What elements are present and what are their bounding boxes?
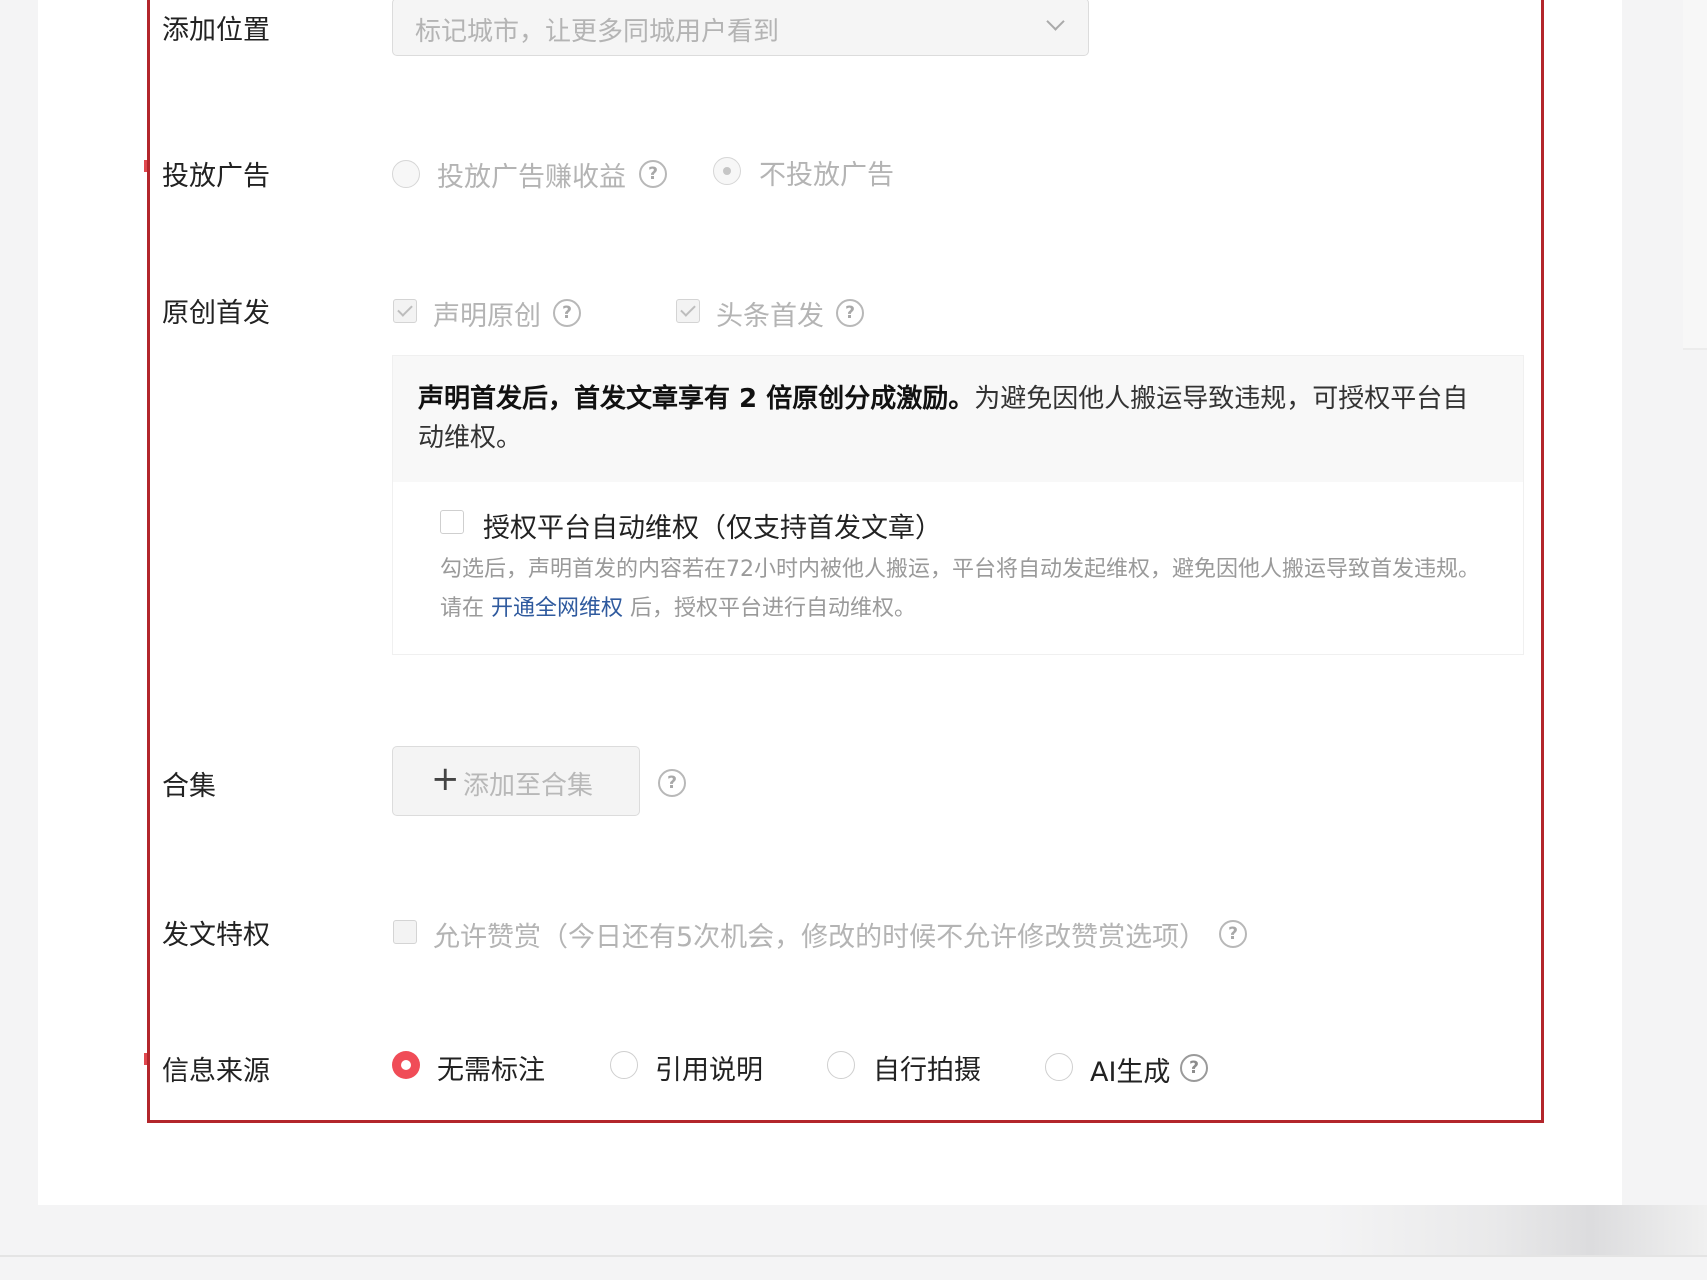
help-icon[interactable]: ? xyxy=(1180,1054,1208,1082)
original-label: 原创首发 xyxy=(162,298,270,329)
plus-icon: + xyxy=(431,759,460,799)
help-icon[interactable]: ? xyxy=(553,299,581,327)
source-citation-label: 引用说明 xyxy=(655,1055,763,1086)
help-icon[interactable]: ? xyxy=(639,160,667,188)
source-label: 信息来源 xyxy=(162,1056,270,1087)
no-ads-label: 不投放广告 xyxy=(759,160,894,191)
source-none-label: 无需标注 xyxy=(437,1055,545,1086)
collection-label: 合集 xyxy=(162,771,216,802)
radio-ads-earn[interactable] xyxy=(392,160,420,188)
add-to-collection-label: 添加至合集 xyxy=(463,771,594,801)
declare-original-label: 声明原创 xyxy=(433,301,541,332)
auto-rights-desc-tail: 后，授权平台进行自动维权。 xyxy=(623,596,917,621)
location-label: 添加位置 xyxy=(162,15,270,46)
ads-earn-label: 投放广告赚收益 xyxy=(437,162,626,193)
chevron-down-icon xyxy=(1046,12,1065,31)
source-ai-label: AI生成 xyxy=(1090,1057,1171,1088)
first-publish-label: 头条首发 xyxy=(716,301,824,332)
source-self-shot-label: 自行拍摄 xyxy=(873,1055,981,1086)
privilege-label: 发文特权 xyxy=(162,920,270,951)
side-panel-edge xyxy=(1683,0,1707,350)
ads-label: 投放广告 xyxy=(162,161,270,192)
help-icon[interactable]: ? xyxy=(658,769,686,797)
page-divider xyxy=(0,1255,1707,1257)
allow-tips-label: 允许赞赏（今日还有5次机会，修改的时候不允许修改赞赏选项） xyxy=(433,922,1207,953)
checkbox-auto-rights[interactable] xyxy=(440,510,464,534)
radio-no-ads[interactable] xyxy=(713,157,741,185)
background-smudge xyxy=(1320,1205,1707,1257)
required-marker xyxy=(144,160,147,172)
location-select[interactable]: 标记城市，让更多同城用户看到 xyxy=(392,0,1089,56)
enable-rights-link[interactable]: 开通全网维权 xyxy=(491,596,623,621)
checkbox-first-publish[interactable] xyxy=(676,299,700,323)
radio-source-ai[interactable] xyxy=(1045,1053,1073,1081)
radio-source-citation[interactable] xyxy=(610,1051,638,1079)
info-panel-header: 声明首发后，首发文章享有 2 倍原创分成激励。为避免因他人搬运导致违规，可授权平… xyxy=(393,356,1523,482)
location-placeholder: 标记城市，让更多同城用户看到 xyxy=(415,17,780,47)
first-publish-info-panel: 声明首发后，首发文章享有 2 倍原创分成激励。为避免因他人搬运导致违规，可授权平… xyxy=(392,355,1524,655)
info-panel-text: 声明首发后，首发文章享有 2 倍原创分成激励。为避免因他人搬运导致违规，可授权平… xyxy=(418,380,1493,458)
auto-rights-description: 勾选后，声明首发的内容若在72小时内被他人搬运，平台将自动发起维权，避免因他人搬… xyxy=(440,550,1500,628)
help-icon[interactable]: ? xyxy=(1219,920,1247,948)
checkbox-declare-original[interactable] xyxy=(393,299,417,323)
help-icon[interactable]: ? xyxy=(836,299,864,327)
radio-source-self-shot[interactable] xyxy=(827,1051,855,1079)
checkbox-allow-tips[interactable] xyxy=(393,920,417,944)
radio-source-none[interactable] xyxy=(392,1051,420,1079)
auto-rights-label: 授权平台自动维权（仅支持首发文章） xyxy=(483,513,942,544)
add-to-collection-button[interactable]: + 添加至合集 xyxy=(392,746,640,816)
info-bold-text: 声明首发后，首发文章享有 2 倍原创分成激励。 xyxy=(418,384,975,414)
required-marker xyxy=(144,1053,147,1065)
